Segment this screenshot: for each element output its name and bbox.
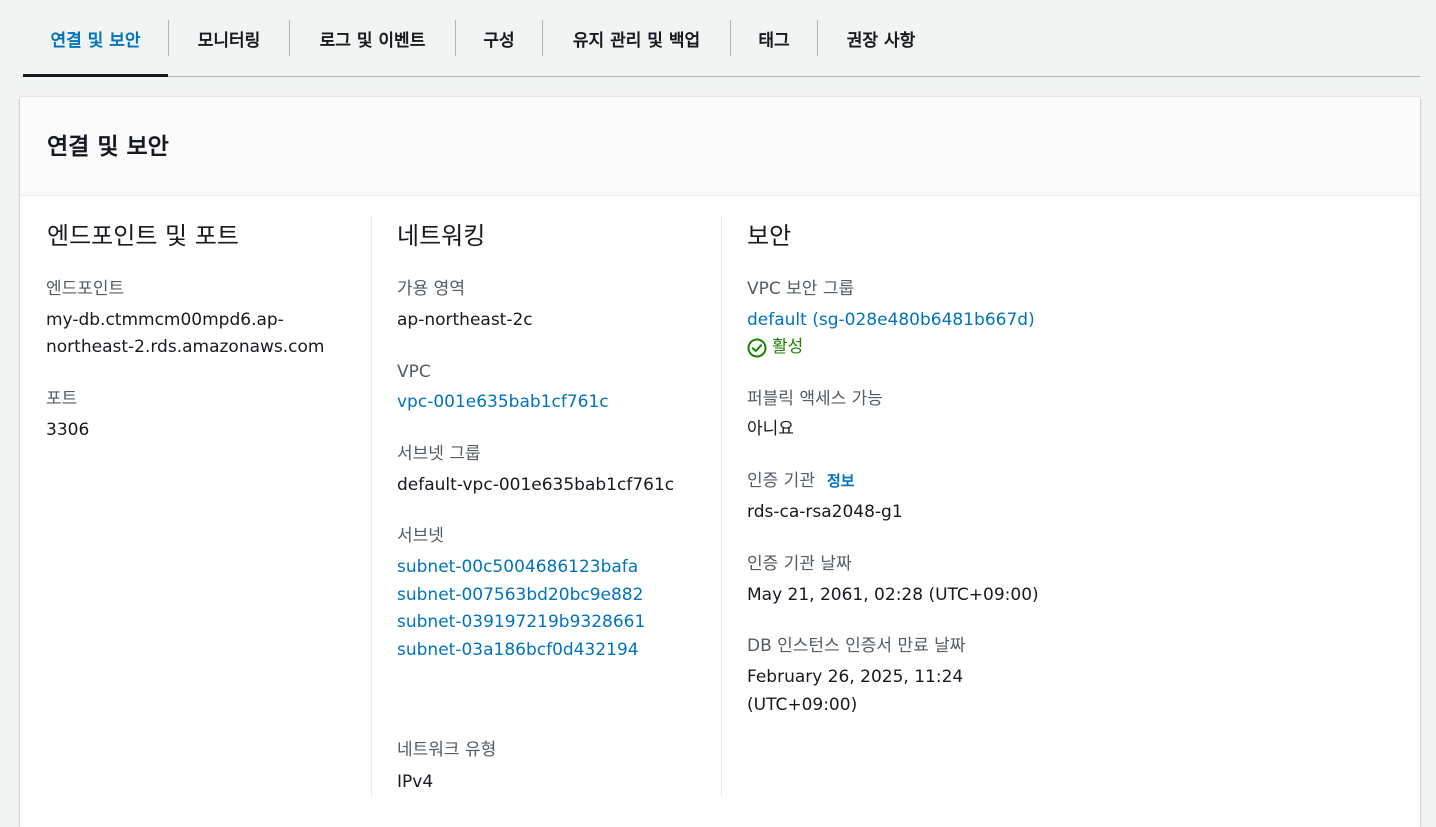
ca-date-label: 인증 기관 날짜 (747, 554, 852, 574)
subnet-group-label: 서브넷 그룹 (397, 444, 481, 464)
panel-title: 연결 및 보안 (47, 134, 169, 160)
security-column: 보안 (747, 220, 791, 252)
subnet-link[interactable]: subnet-007563bd20bc9e882 (397, 582, 643, 609)
security-group-status: 활성 (747, 334, 803, 361)
security-group-link[interactable]: default (sg-028e480b6481b667d) (747, 307, 1035, 334)
column-divider (721, 215, 722, 797)
connectivity-security-panel: 연결 및 보안 엔드포인트 및 포트 엔드포인트 my-db.ctmmcm00m… (20, 97, 1420, 827)
tab-monitoring[interactable]: 모니터링 (169, 0, 289, 76)
subnet-link[interactable]: subnet-00c5004686123bafa (397, 554, 638, 581)
vpc-link[interactable]: vpc-001e635bab1cf761c (397, 389, 609, 416)
tab-maintenance-backup[interactable]: 유지 관리 및 백업 (543, 0, 730, 76)
tab-bar: 연결 및 보안 모니터링 로그 및 이벤트 구성 유지 관리 및 백업 태그 권… (23, 0, 1420, 77)
certificate-authority-label: 인증 기관 (747, 471, 815, 491)
subnet-link[interactable]: subnet-03a186bcf0d432194 (397, 637, 639, 664)
endpoint-value-line2: northeast-2.rds.amazonaws.com (46, 337, 325, 357)
availability-zone-label: 가용 영역 (397, 279, 465, 299)
status-text: 활성 (772, 337, 804, 357)
subnet-group-value: default-vpc-001e635bab1cf761c (397, 475, 675, 495)
availability-zone-value: ap-northeast-2c (397, 310, 533, 330)
network-type-label: 네트워크 유형 (397, 740, 497, 760)
column-divider (371, 215, 372, 797)
security-group-label: VPC 보안 그룹 (747, 279, 855, 299)
certificate-authority-value: rds-ca-rsa2048-g1 (747, 502, 903, 522)
ca-date-value: May 21, 2061, 02:28 (UTC+09:00) (747, 585, 1039, 605)
networking-heading: 네트워킹 (397, 222, 486, 250)
vpc-label: VPC (397, 362, 431, 382)
endpoint-port-column: 엔드포인트 및 포트 (47, 220, 239, 252)
endpoint-port-heading: 엔드포인트 및 포트 (47, 222, 239, 250)
check-circle-icon (747, 338, 767, 357)
public-access-value: 아니요 (747, 419, 794, 439)
networking-column: 네트워킹 (397, 220, 485, 252)
cert-expiry-label: DB 인스턴스 인증서 만료 날짜 (747, 636, 966, 656)
cert-expiry-value-line2: (UTC+09:00) (747, 695, 858, 715)
endpoint-value-line1: my-db.ctmmcm00mpd6.ap- (46, 310, 284, 330)
port-value: 3306 (46, 420, 90, 440)
subnet-link[interactable]: subnet-039197219b9328661 (397, 609, 645, 636)
public-access-label: 퍼블릭 액세스 가능 (747, 389, 883, 409)
panel-header: 연결 및 보안 (20, 97, 1420, 196)
info-link[interactable]: 정보 (827, 469, 855, 493)
tab-recommendations[interactable]: 권장 사항 (818, 0, 944, 76)
security-heading: 보안 (747, 222, 792, 250)
cert-expiry-value-line1: February 26, 2025, 11:24 (747, 667, 964, 687)
tab-logs-events[interactable]: 로그 및 이벤트 (290, 0, 455, 76)
tab-connectivity-security[interactable]: 연결 및 보안 (23, 0, 168, 77)
tab-configuration[interactable]: 구성 (456, 0, 542, 76)
network-type-value: IPv4 (397, 772, 434, 792)
certificate-authority-label-row: 인증 기관 정보 (747, 469, 855, 493)
subnets-label: 서브넷 (397, 526, 444, 546)
port-label: 포트 (46, 389, 78, 409)
endpoint-label: 엔드포인트 (46, 279, 125, 299)
tab-tags[interactable]: 태그 (731, 0, 817, 76)
